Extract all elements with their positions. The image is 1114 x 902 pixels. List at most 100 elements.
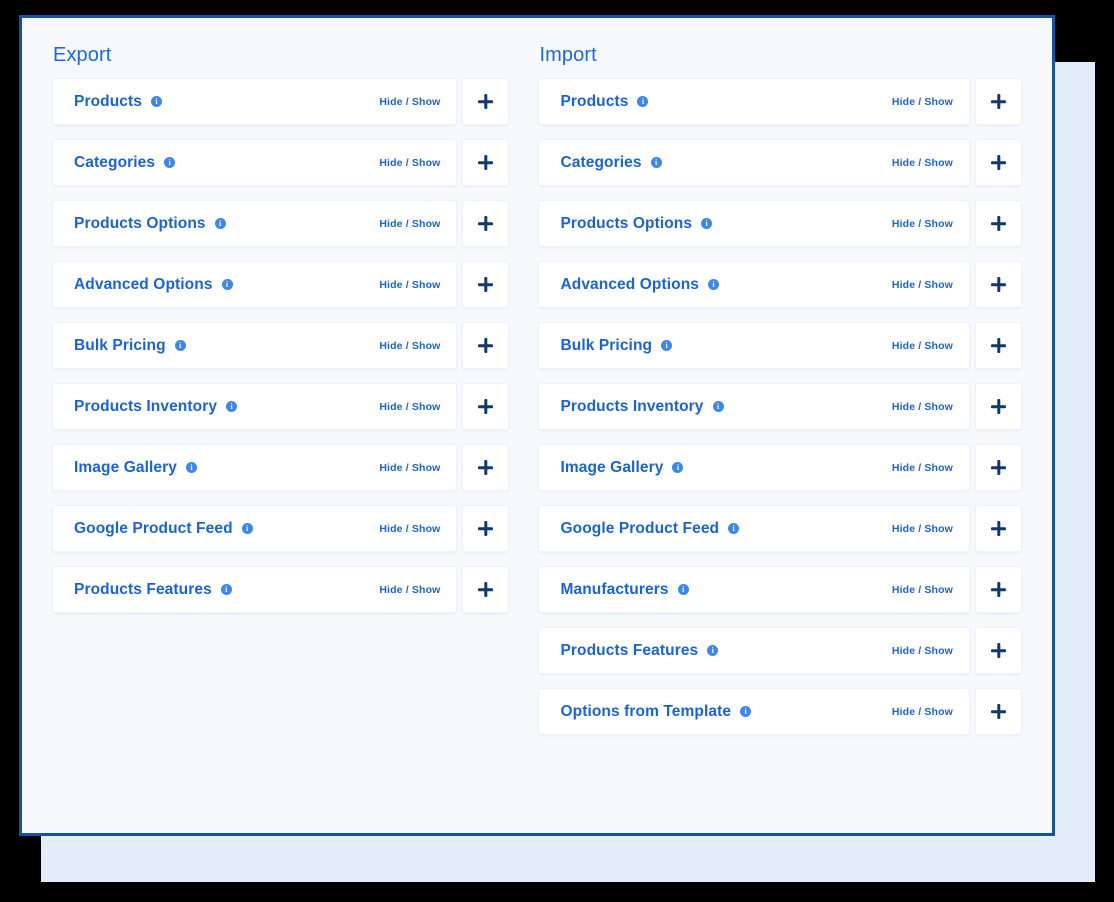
add-button[interactable]	[975, 261, 1022, 308]
add-button[interactable]	[462, 566, 510, 613]
hide-show-toggle[interactable]: Hide / Show	[379, 340, 440, 352]
add-button[interactable]	[975, 200, 1022, 247]
module-card[interactable]: Bulk Pricing i Hide / Show	[538, 322, 970, 369]
plus-icon	[991, 643, 1006, 658]
add-button[interactable]	[462, 322, 510, 369]
module-card[interactable]: Image Gallery i Hide / Show	[538, 444, 970, 491]
module-card[interactable]: Advanced Options i Hide / Show	[52, 261, 458, 308]
hide-show-toggle[interactable]: Hide / Show	[892, 157, 953, 169]
module-row-export-advanced-options: Advanced Options i Hide / Show	[52, 261, 510, 308]
hide-show-toggle[interactable]: Hide / Show	[379, 584, 440, 596]
hide-show-toggle[interactable]: Hide / Show	[892, 96, 953, 108]
module-label: Options from Template	[560, 702, 732, 720]
add-button[interactable]	[975, 383, 1022, 430]
module-card[interactable]: Products Inventory i Hide / Show	[538, 383, 970, 430]
info-icon[interactable]: i	[164, 157, 176, 168]
module-row-import-manufacturers: Manufacturers i Hide / Show	[538, 566, 1022, 613]
add-button[interactable]	[462, 139, 510, 186]
module-card[interactable]: Products Features i Hide / Show	[52, 566, 458, 613]
module-card[interactable]: Products Options i Hide / Show	[538, 200, 970, 247]
info-icon[interactable]: i	[220, 584, 232, 595]
module-row-export-products-inventory: Products Inventory i Hide / Show	[52, 383, 510, 430]
hide-show-toggle[interactable]: Hide / Show	[892, 645, 953, 657]
module-label: Advanced Options	[74, 275, 213, 293]
module-card[interactable]: Products i Hide / Show	[538, 78, 970, 125]
hide-show-toggle[interactable]: Hide / Show	[892, 523, 953, 535]
hide-show-toggle[interactable]: Hide / Show	[379, 401, 440, 413]
info-icon[interactable]: i	[677, 584, 689, 595]
info-icon[interactable]: i	[174, 340, 186, 351]
module-card[interactable]: Manufacturers i Hide / Show	[538, 566, 970, 613]
hide-show-toggle[interactable]: Hide / Show	[379, 96, 440, 108]
info-icon[interactable]: i	[241, 523, 253, 534]
info-icon[interactable]: i	[701, 218, 713, 229]
add-button[interactable]	[975, 566, 1022, 613]
hide-show-toggle[interactable]: Hide / Show	[892, 584, 953, 596]
hide-show-toggle[interactable]: Hide / Show	[892, 706, 953, 718]
info-icon[interactable]: i	[661, 340, 673, 351]
module-card[interactable]: Categories i Hide / Show	[538, 139, 970, 186]
module-row-import-bulk-pricing: Bulk Pricing i Hide / Show	[538, 322, 1022, 369]
add-button[interactable]	[975, 139, 1022, 186]
add-button[interactable]	[462, 261, 510, 308]
module-card[interactable]: Google Product Feed i Hide / Show	[52, 505, 458, 552]
module-card[interactable]: Google Product Feed i Hide / Show	[538, 505, 970, 552]
info-icon[interactable]: i	[221, 279, 233, 290]
module-card[interactable]: Advanced Options i Hide / Show	[538, 261, 970, 308]
module-card[interactable]: Bulk Pricing i Hide / Show	[52, 322, 458, 369]
plus-icon	[991, 460, 1006, 475]
info-icon[interactable]: i	[650, 157, 662, 168]
add-button[interactable]	[975, 627, 1022, 674]
module-card[interactable]: Options from Template i Hide / Show	[538, 688, 970, 735]
add-button[interactable]	[462, 200, 510, 247]
module-card[interactable]: Products Inventory i Hide / Show	[52, 383, 458, 430]
import-column: Import Products i Hide / Show Categories	[537, 44, 1022, 833]
add-button[interactable]	[975, 78, 1022, 125]
info-icon[interactable]: i	[708, 279, 720, 290]
hide-show-toggle[interactable]: Hide / Show	[892, 462, 953, 474]
add-button[interactable]	[462, 444, 510, 491]
module-row-export-bulk-pricing: Bulk Pricing i Hide / Show	[52, 322, 510, 369]
info-icon[interactable]: i	[728, 523, 740, 534]
module-card[interactable]: Image Gallery i Hide / Show	[52, 444, 458, 491]
add-button[interactable]	[462, 505, 510, 552]
info-icon[interactable]: i	[740, 706, 752, 717]
info-icon[interactable]: i	[712, 401, 724, 412]
info-icon[interactable]: i	[637, 96, 649, 107]
hide-show-toggle[interactable]: Hide / Show	[379, 157, 440, 169]
module-label: Categories	[74, 153, 156, 171]
hide-show-toggle[interactable]: Hide / Show	[892, 401, 953, 413]
info-icon[interactable]: i	[214, 218, 226, 229]
info-icon[interactable]: i	[185, 462, 197, 473]
info-icon[interactable]: i	[150, 96, 162, 107]
hide-show-toggle[interactable]: Hide / Show	[379, 462, 440, 474]
add-button[interactable]	[975, 444, 1022, 491]
hide-show-toggle[interactable]: Hide / Show	[892, 218, 953, 230]
info-icon[interactable]: i	[226, 401, 238, 412]
add-button[interactable]	[975, 505, 1022, 552]
add-button[interactable]	[975, 322, 1022, 369]
module-row-import-categories: Categories i Hide / Show	[538, 139, 1022, 186]
module-card[interactable]: Products Options i Hide / Show	[52, 200, 458, 247]
hide-show-toggle[interactable]: Hide / Show	[892, 340, 953, 352]
export-column: Export Products i Hide / Show Categories	[52, 44, 537, 833]
info-icon[interactable]: i	[672, 462, 684, 473]
add-button[interactable]	[462, 78, 510, 125]
module-card[interactable]: Products i Hide / Show	[52, 78, 458, 125]
module-row-import-products-options: Products Options i Hide / Show	[538, 200, 1022, 247]
module-card[interactable]: Products Features i Hide / Show	[538, 627, 970, 674]
hide-show-toggle[interactable]: Hide / Show	[379, 218, 440, 230]
module-card[interactable]: Categories i Hide / Show	[52, 139, 458, 186]
module-label: Products Options	[74, 214, 206, 232]
hide-show-toggle[interactable]: Hide / Show	[892, 279, 953, 291]
hide-show-toggle[interactable]: Hide / Show	[379, 279, 440, 291]
module-row-import-products-features: Products Features i Hide / Show	[538, 627, 1022, 674]
hide-show-toggle[interactable]: Hide / Show	[379, 523, 440, 535]
add-button[interactable]	[975, 688, 1022, 735]
module-label: Products	[560, 92, 629, 110]
module-row-import-options-from-template: Options from Template i Hide / Show	[538, 688, 1022, 735]
module-label: Google Product Feed	[74, 519, 233, 537]
info-icon[interactable]: i	[707, 645, 719, 656]
module-row-import-google-product-feed: Google Product Feed i Hide / Show	[538, 505, 1022, 552]
add-button[interactable]	[462, 383, 510, 430]
